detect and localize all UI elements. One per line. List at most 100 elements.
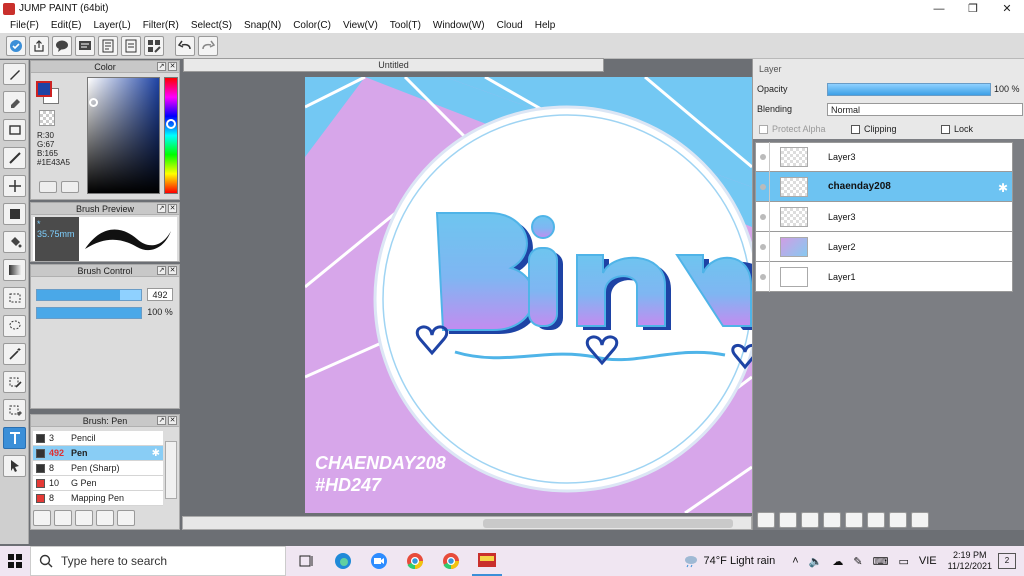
text-tool[interactable] <box>3 427 26 449</box>
brush-item-mapping-pen[interactable]: 8 Mapping Pen <box>33 491 163 506</box>
lock-checkbox[interactable]: Lock <box>941 124 973 134</box>
panel-close-button[interactable]: ✕ <box>168 62 177 71</box>
menu-snap[interactable]: Snap(N) <box>238 20 287 31</box>
merge-layer-button[interactable] <box>889 512 907 528</box>
brush-new-button[interactable] <box>54 510 72 526</box>
brush-settings-gear-icon[interactable]: ✱ <box>152 448 160 459</box>
layer-visibility-toggle[interactable] <box>756 261 770 292</box>
taskbar-clock[interactable]: 2:19 PM 11/12/2021 <box>948 550 992 572</box>
menu-filter[interactable]: Filter(R) <box>137 20 185 31</box>
blending-mode-select[interactable]: Normal <box>827 103 1023 116</box>
panel-popout-button[interactable]: ↗ <box>157 266 166 275</box>
hue-slider-cursor[interactable] <box>166 119 176 129</box>
brush-copy-button[interactable] <box>96 510 114 526</box>
sv-picker-cursor[interactable] <box>89 98 98 107</box>
drawing-canvas[interactable]: CHAENDAY208 #HD247 <box>305 77 752 513</box>
chrome-profile-button[interactable] <box>436 546 466 576</box>
notification-center-button[interactable]: 2 <box>998 553 1016 569</box>
layer-visibility-toggle[interactable] <box>756 231 770 262</box>
duplicate-layer-button[interactable] <box>867 512 885 528</box>
brush-item-pen[interactable]: 492 Pen ✱ <box>33 446 163 461</box>
lasso-tool[interactable] <box>3 315 26 337</box>
layer-item[interactable]: Layer3 <box>755 201 1013 232</box>
minimize-button[interactable]: — <box>922 0 956 17</box>
protect-alpha-checkbox[interactable]: Protect Alpha <box>759 124 826 134</box>
brush-tool[interactable] <box>3 63 26 85</box>
canvas-horizontal-scrollbar[interactable] <box>182 516 752 530</box>
brush-item-pencil[interactable]: 3 Pencil <box>33 431 163 446</box>
panel-close-button[interactable]: ✕ <box>168 266 177 275</box>
foreground-color-swatch[interactable] <box>36 81 52 97</box>
share-button[interactable] <box>29 35 49 56</box>
maximize-button[interactable]: ❐ <box>956 0 990 17</box>
comment-button[interactable] <box>52 35 72 56</box>
keyboard-icon[interactable]: ⌨ <box>873 555 889 568</box>
selection-eraser-tool[interactable] <box>3 399 26 421</box>
add-layer-menu-button[interactable] <box>823 512 841 528</box>
menu-layer[interactable]: Layer(L) <box>87 20 136 31</box>
undo-button[interactable] <box>175 35 195 56</box>
document-button[interactable] <box>98 35 118 56</box>
scrollbar-thumb[interactable] <box>483 519 733 528</box>
message-button[interactable] <box>75 35 95 56</box>
selection-pen-tool[interactable] <box>3 371 26 393</box>
menu-file[interactable]: File(F) <box>4 20 45 31</box>
grid-settings-button[interactable] <box>144 35 164 56</box>
smudge-tool[interactable] <box>3 147 26 169</box>
layer-item[interactable]: Layer2 <box>755 231 1013 262</box>
panel-popout-button[interactable]: ↗ <box>157 62 166 71</box>
zoom-app-button[interactable] <box>364 546 394 576</box>
brush-item-g-pen[interactable]: 10 G Pen <box>33 476 163 491</box>
page-button[interactable] <box>121 35 141 56</box>
new-folder-button[interactable] <box>845 512 863 528</box>
menu-cloud[interactable]: Cloud <box>491 20 529 31</box>
layer-item[interactable]: Layer3 <box>755 142 1013 172</box>
layer-visibility-toggle[interactable] <box>756 142 770 172</box>
menu-help[interactable]: Help <box>529 20 562 31</box>
menu-color[interactable]: Color(C) <box>287 20 337 31</box>
select-rect-tool[interactable] <box>3 119 26 141</box>
menu-select[interactable]: Select(S) <box>185 20 238 31</box>
brush-menu-button[interactable] <box>75 510 93 526</box>
layer-item[interactable]: Layer1 <box>755 261 1013 292</box>
start-button[interactable] <box>0 546 30 576</box>
brush-item-pen-sharp[interactable]: 8 Pen (Sharp) <box>33 461 163 476</box>
bucket-tool[interactable] <box>3 231 26 253</box>
taskbar-search[interactable]: Type here to search <box>30 546 286 576</box>
edge-browser-button[interactable] <box>328 546 358 576</box>
delete-layer-button[interactable] <box>911 512 929 528</box>
volume-icon[interactable]: 🔈 <box>809 555 823 568</box>
color-history-button[interactable] <box>39 181 57 193</box>
pen-icon[interactable]: ✎ <box>853 555 862 568</box>
battery-icon[interactable]: ▭ <box>898 555 908 568</box>
chrome-browser-button[interactable] <box>400 546 430 576</box>
task-view-button[interactable] <box>292 546 322 576</box>
hue-slider[interactable] <box>164 77 178 194</box>
menu-view[interactable]: View(V) <box>337 20 384 31</box>
marquee-tool[interactable] <box>3 287 26 309</box>
menu-tool[interactable]: Tool(T) <box>384 20 427 31</box>
layer-opacity-slider[interactable] <box>827 83 991 96</box>
layer-visibility-toggle[interactable] <box>756 171 770 202</box>
eraser-tool[interactable] <box>3 91 26 113</box>
panel-popout-button[interactable]: ↗ <box>157 204 166 213</box>
brush-size-value[interactable]: 492 <box>147 288 173 301</box>
brush-list-scrollbar[interactable] <box>165 441 177 499</box>
jump-paint-taskbar-button[interactable] <box>472 546 502 576</box>
panel-close-button[interactable]: ✕ <box>168 204 177 213</box>
hand-tool[interactable] <box>3 455 26 477</box>
show-hidden-icons-chevron-icon[interactable]: ˄ <box>792 555 798 567</box>
cloud-sync-button[interactable] <box>6 35 26 56</box>
gradient-tool[interactable] <box>3 259 26 281</box>
fill-rect-tool[interactable] <box>3 203 26 225</box>
transparent-color-swatch[interactable] <box>39 110 55 126</box>
brush-opacity-slider[interactable] <box>36 307 142 319</box>
magic-wand-tool[interactable] <box>3 343 26 365</box>
move-tool[interactable] <box>3 175 26 197</box>
brush-add-button[interactable] <box>33 510 51 526</box>
menu-window[interactable]: Window(W) <box>427 20 491 31</box>
clipping-checkbox[interactable]: Clipping <box>851 124 897 134</box>
menu-edit[interactable]: Edit(E) <box>45 20 88 31</box>
new-layer-button[interactable] <box>757 512 775 528</box>
brush-folder-button[interactable] <box>117 510 135 526</box>
